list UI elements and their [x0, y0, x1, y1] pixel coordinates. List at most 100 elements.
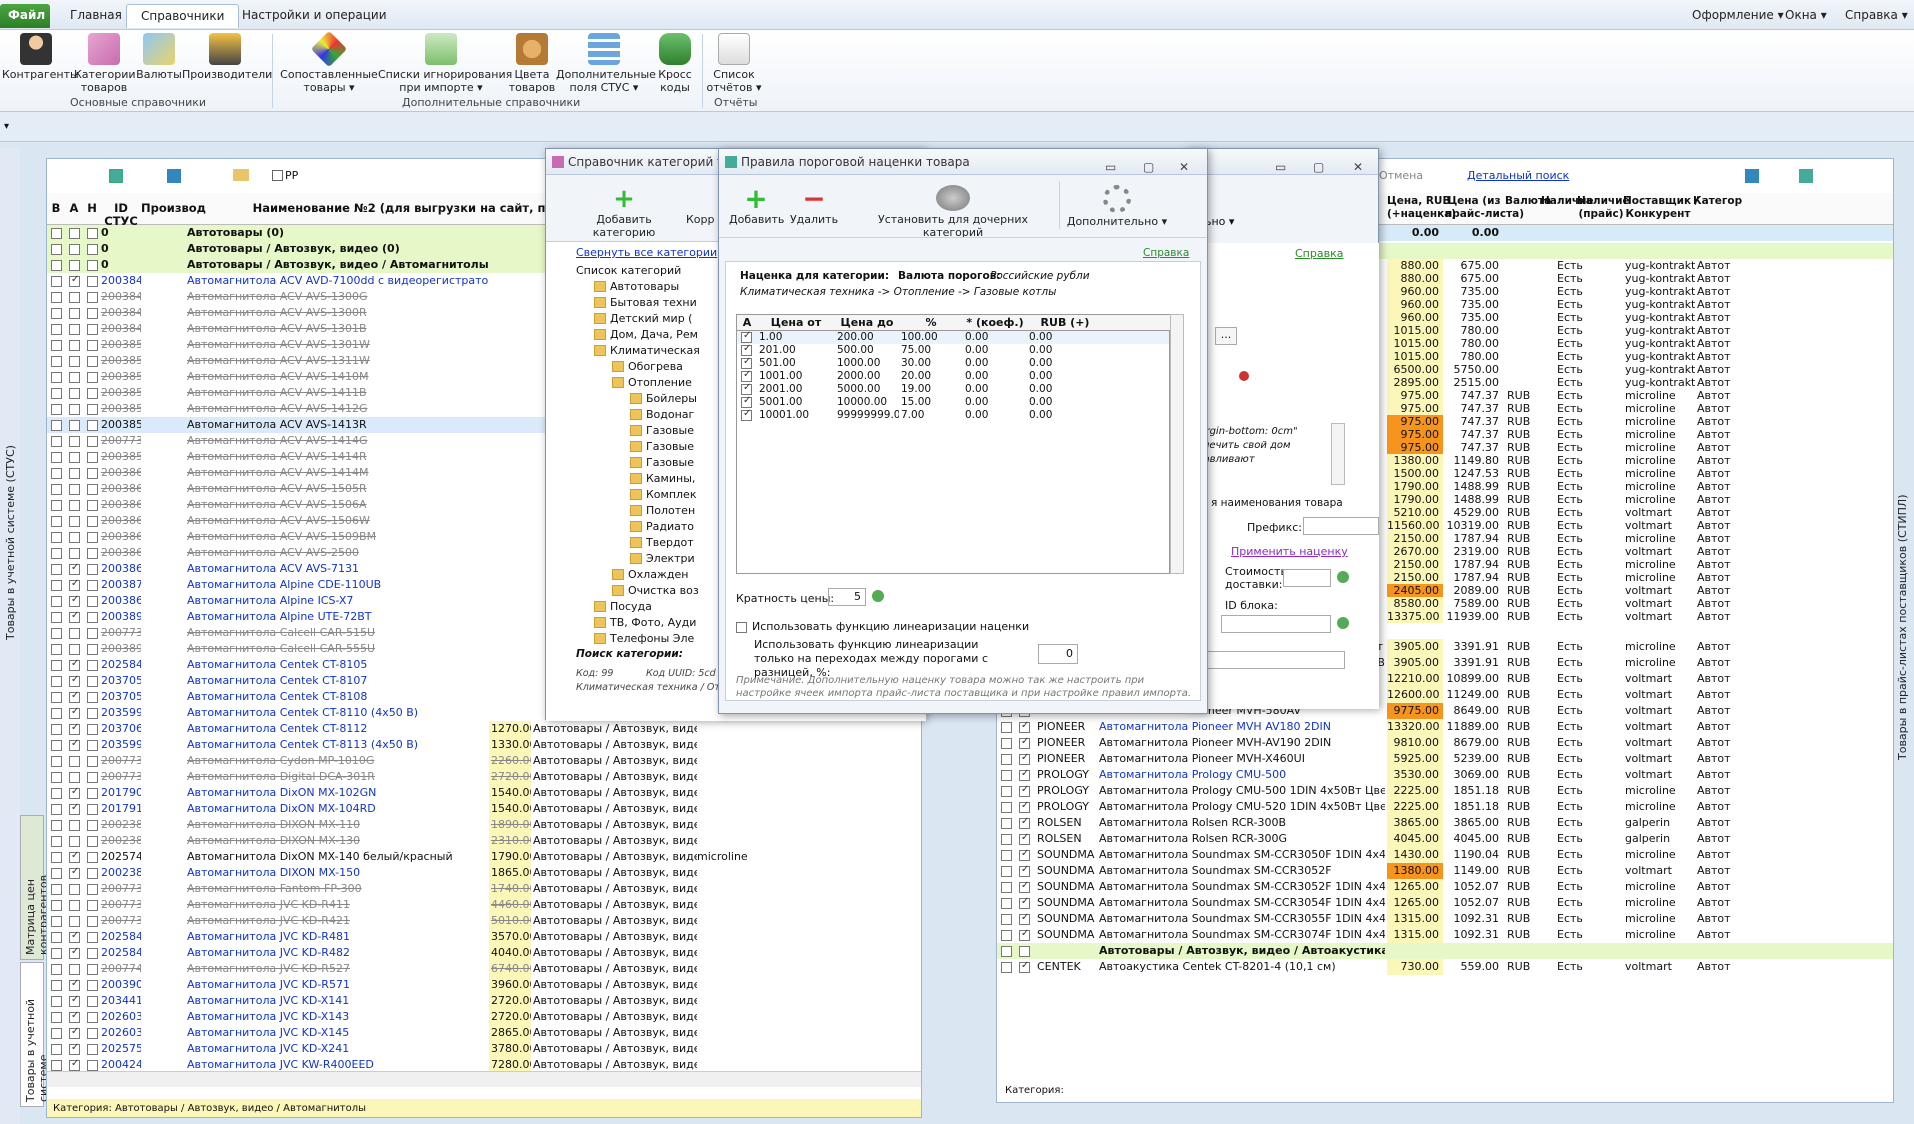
column-header[interactable]: Цена (из прайс-листа)	[1445, 195, 1524, 221]
threshold-row[interactable]: 10001.00 99999999.007.00 0.00 0.00	[737, 408, 1169, 422]
colors-button[interactable]: Цвета товаров	[506, 33, 558, 94]
collapse-all-link[interactable]: Свернуть все категории	[576, 246, 717, 259]
row-checkbox[interactable]	[87, 244, 98, 255]
dots-button[interactable]: ...	[1215, 327, 1237, 345]
row-checkbox[interactable]	[69, 308, 80, 319]
column-header[interactable]: В	[47, 202, 65, 215]
vtab-goods[interactable]: Товары в учетной системе	[20, 962, 50, 1107]
apply-icon[interactable]	[872, 590, 884, 602]
help-link[interactable]: Справка	[1295, 247, 1343, 260]
row-checkbox[interactable]	[87, 340, 98, 351]
table-row[interactable]: ROLSEN Автомагнитола Rolsen RCR-300G 4045.…	[997, 831, 1893, 847]
row-checkbox[interactable]	[69, 404, 80, 415]
row-checkbox[interactable]	[51, 740, 62, 751]
row-checkbox[interactable]	[87, 1044, 98, 1055]
add-category-button[interactable]: + Добавить категорию	[566, 185, 682, 239]
row-checkbox[interactable]	[87, 628, 98, 639]
row-checkbox[interactable]	[69, 674, 80, 687]
row-checkbox[interactable]	[1001, 738, 1012, 749]
row-checkbox[interactable]	[69, 244, 80, 255]
threshold-row[interactable]: 201.00 500.00 75.00 0.00 0.00	[737, 343, 1169, 357]
filter-icon[interactable]	[167, 169, 181, 183]
column-header[interactable]: Производ	[141, 202, 206, 215]
correct-button[interactable]: Корр	[686, 213, 715, 226]
column-header[interactable]: Н	[83, 202, 101, 215]
row-checkbox[interactable]	[87, 612, 98, 623]
row-checkbox[interactable]	[1019, 784, 1030, 797]
tab-references[interactable]: Справочники	[126, 4, 240, 28]
add-icon[interactable]	[1337, 617, 1349, 629]
row-checkbox[interactable]	[1019, 816, 1030, 829]
row-checkbox[interactable]	[1001, 882, 1012, 893]
row-checkbox[interactable]	[87, 372, 98, 383]
row-checkbox[interactable]	[87, 548, 98, 559]
row-checkbox[interactable]	[69, 900, 80, 911]
tree-node[interactable]: Бойлеры	[630, 392, 697, 408]
row-checkbox[interactable]	[741, 382, 752, 395]
row-checkbox[interactable]	[87, 1012, 98, 1023]
minimize-icon[interactable]: ▭	[1275, 154, 1286, 180]
table-row[interactable]: CENTEK Автоакустика Centek CT-8201-4 (10,…	[997, 959, 1893, 975]
row-checkbox[interactable]	[741, 343, 752, 356]
row-checkbox[interactable]	[87, 644, 98, 655]
categories-button[interactable]: Категории товаров	[74, 33, 136, 94]
row-checkbox[interactable]	[87, 932, 98, 943]
tree-node[interactable]: Обогрева	[612, 360, 683, 376]
column-header[interactable]: RUB (+)	[1027, 316, 1103, 329]
row-checkbox[interactable]	[69, 930, 80, 943]
row-checkbox[interactable]	[69, 292, 80, 303]
table-row[interactable]: PIONEER Автомагнитола Pioneer MVH AV180 2…	[997, 719, 1893, 735]
row-checkbox[interactable]	[51, 516, 62, 527]
vtab-stus[interactable]: Товары в учетной системе (СТУС)	[4, 420, 17, 640]
row-checkbox[interactable]	[87, 500, 98, 511]
row-checkbox[interactable]	[87, 964, 98, 975]
table-row[interactable]: SOUNDMAX Автомагнитола Soundmax SM-CCR305…	[997, 847, 1893, 863]
column-header[interactable]: Цена от	[757, 316, 835, 329]
row-checkbox[interactable]	[69, 228, 80, 239]
row-checkbox[interactable]	[69, 356, 80, 367]
pp-checkbox[interactable]	[272, 170, 283, 181]
row-checkbox[interactable]	[741, 356, 752, 369]
manufacturers-button[interactable]: Производители	[182, 33, 272, 81]
row-checkbox[interactable]	[69, 610, 80, 623]
row-checkbox[interactable]	[1019, 928, 1030, 941]
table-row[interactable]: SOUNDMAX Автомагнитола Soundmax SM-CCR305…	[997, 895, 1893, 911]
row-checkbox[interactable]	[69, 1042, 80, 1055]
row-checkbox[interactable]	[87, 772, 98, 783]
tree-node[interactable]: Климатическая	[594, 344, 700, 360]
row-checkbox[interactable]	[51, 980, 62, 991]
row-checkbox[interactable]	[1019, 864, 1030, 877]
h-scrollbar[interactable]	[47, 1071, 921, 1087]
row-checkbox[interactable]	[51, 932, 62, 943]
table-row[interactable]: Автотовары / Автозвук, видео / Автоакуст…	[997, 943, 1893, 959]
row-checkbox[interactable]	[51, 484, 62, 495]
row-checkbox[interactable]	[51, 996, 62, 1007]
tree-node[interactable]: Газовые	[630, 456, 694, 472]
row-checkbox[interactable]	[51, 228, 62, 239]
row-checkbox[interactable]	[1001, 786, 1012, 797]
column-header[interactable]: Валюта	[1505, 195, 1551, 208]
row-checkbox[interactable]	[51, 804, 62, 815]
row-checkbox[interactable]	[69, 260, 80, 271]
row-checkbox[interactable]	[69, 452, 80, 463]
row-checkbox[interactable]	[69, 866, 80, 879]
block-id-input[interactable]	[1221, 615, 1331, 633]
column-header[interactable]: Наличие	[1541, 195, 1594, 208]
table-row[interactable]: 2007736 Автомагнитола Fantom FP-300 1740.0…	[47, 881, 921, 897]
tree-node[interactable]: Список категорий	[576, 264, 681, 280]
matched-goods-button[interactable]: Сопоставленные товары ▾	[280, 30, 378, 94]
row-checkbox[interactable]	[87, 804, 98, 815]
row-checkbox[interactable]	[51, 772, 62, 783]
threshold-row[interactable]: 501.00 1000.00 30.00 0.00 0.00	[737, 356, 1169, 370]
tree-node[interactable]: Камины,	[630, 472, 695, 488]
row-checkbox[interactable]	[51, 964, 62, 975]
close-icon[interactable]: ✕	[1353, 154, 1363, 180]
folder-icon[interactable]	[233, 169, 249, 181]
linearization-threshold-input[interactable]: 0	[1038, 644, 1078, 664]
tree-node[interactable]: Автотовары	[594, 280, 679, 296]
row-checkbox[interactable]	[69, 468, 80, 479]
row-checkbox[interactable]	[741, 408, 752, 421]
table-row[interactable]: 2017909 Автомагнитола DixON MX-102GN 1540.…	[47, 785, 921, 801]
row-checkbox[interactable]	[51, 244, 62, 255]
row-checkbox[interactable]	[51, 628, 62, 639]
